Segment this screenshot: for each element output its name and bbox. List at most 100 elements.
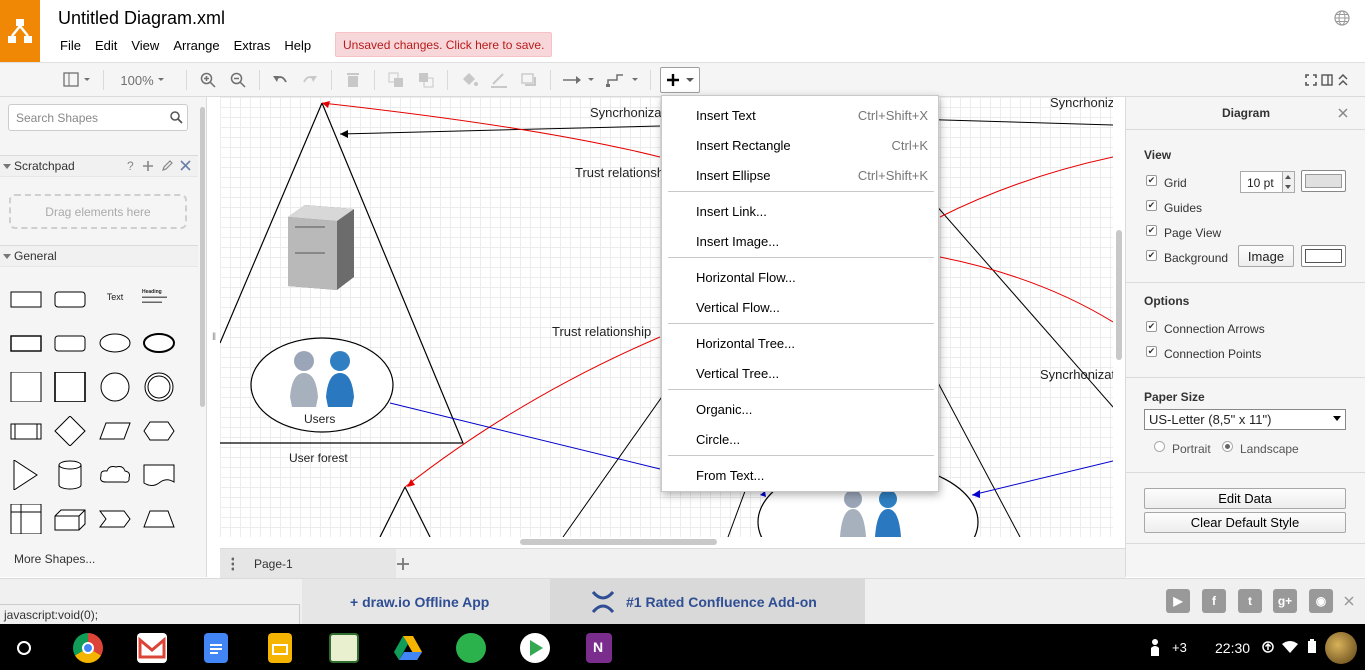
menu-vertical-flow[interactable]: Vertical Flow...	[662, 293, 938, 319]
grid-size-input[interactable]: 10 pt	[1240, 171, 1283, 193]
landscape-radio[interactable]	[1222, 441, 1233, 452]
menu-insert-rectangle[interactable]: Insert Rectangle Ctrl+K	[662, 131, 938, 157]
table-shape[interactable]	[9, 504, 43, 534]
background-image-button[interactable]: Image	[1238, 245, 1294, 267]
connection-arrows-checkbox[interactable]: ✔	[1146, 321, 1157, 332]
circle-shape[interactable]	[98, 372, 132, 402]
double-circle-shape[interactable]	[142, 372, 176, 402]
google-docs-icon[interactable]	[204, 633, 228, 663]
document-title[interactable]: Untitled Diagram.xml	[58, 8, 225, 29]
grid-checkbox[interactable]: ✔	[1146, 175, 1157, 186]
menu-from-text[interactable]: From Text...	[662, 461, 938, 487]
step-shape[interactable]	[98, 504, 132, 534]
rectangle-shape[interactable]	[9, 284, 43, 314]
play-store-icon[interactable]	[520, 633, 550, 663]
chrome-icon[interactable]	[73, 633, 103, 663]
facebook-icon[interactable]: f	[1202, 589, 1226, 613]
add-page-button[interactable]	[390, 549, 416, 578]
to-back-button[interactable]	[414, 69, 438, 91]
users-label[interactable]: Users	[304, 412, 335, 426]
menu-vertical-tree[interactable]: Vertical Tree...	[662, 359, 938, 385]
heading-shape[interactable]: Heading ▬▬▬▬▬ ▬▬▬▬	[142, 290, 176, 320]
portrait-radio[interactable]	[1154, 441, 1165, 452]
menu-horizontal-flow[interactable]: Horizontal Flow...	[662, 263, 938, 289]
menu-circle[interactable]: Circle...	[662, 425, 938, 451]
to-front-button[interactable]	[384, 69, 408, 91]
cloud-shape[interactable]	[98, 460, 132, 490]
menu-edit[interactable]: Edit	[95, 36, 124, 56]
square-shape[interactable]	[9, 372, 43, 402]
menu-extras[interactable]: Extras	[234, 36, 278, 56]
globe-icon[interactable]	[1334, 10, 1350, 26]
person-icon[interactable]	[1150, 638, 1160, 656]
line-color-button[interactable]	[487, 69, 511, 91]
add-icon[interactable]	[142, 160, 154, 172]
edit-icon[interactable]	[161, 160, 173, 172]
github-icon[interactable]: ◉	[1309, 589, 1333, 613]
drawio-logo[interactable]	[0, 0, 40, 62]
user-avatar[interactable]	[1325, 632, 1357, 664]
grid-size-stepper[interactable]	[1283, 171, 1295, 193]
update-icon[interactable]	[1262, 641, 1274, 653]
fullscreen-button[interactable]	[1302, 69, 1320, 91]
parallelogram-shape[interactable]	[98, 416, 132, 446]
format-panel-button[interactable]	[1319, 69, 1335, 91]
trapezoid-shape[interactable]	[142, 504, 176, 534]
guides-checkbox[interactable]: ✔	[1146, 200, 1157, 211]
sidebar-resize-handle[interactable]: ‖	[212, 332, 216, 343]
canvas-vertical-scrollbar[interactable]	[1116, 230, 1122, 360]
cylinder-shape[interactable]	[53, 460, 87, 490]
menu-insert-image[interactable]: Insert Image...	[662, 227, 938, 253]
shadow-button[interactable]	[517, 69, 541, 91]
scratchpad-header[interactable]: Scratchpad ?	[0, 155, 198, 177]
process-shape[interactable]	[9, 328, 43, 358]
help-icon[interactable]: ?	[127, 159, 134, 173]
sidebar-scrollbar[interactable]	[200, 107, 205, 407]
menu-horizontal-tree[interactable]: Horizontal Tree...	[662, 329, 938, 355]
general-header[interactable]: General	[0, 245, 198, 267]
feedly-icon[interactable]	[456, 633, 486, 663]
menu-insert-text[interactable]: Insert Text Ctrl+Shift+X	[662, 101, 938, 127]
menu-view[interactable]: View	[131, 36, 166, 56]
redo-button[interactable]	[298, 69, 322, 91]
document-shape[interactable]	[142, 460, 176, 490]
thick-square-shape[interactable]	[53, 372, 87, 402]
close-icon[interactable]	[1344, 596, 1354, 606]
zoom-dropdown[interactable]: 100%	[112, 69, 176, 91]
wifi-icon[interactable]	[1282, 641, 1298, 653]
search-shapes-input[interactable]: Search Shapes	[8, 104, 188, 131]
google-slides-icon[interactable]	[268, 633, 292, 663]
google-drive-icon[interactable]	[393, 633, 423, 663]
trust-label[interactable]: Trust relationship	[575, 165, 674, 180]
edit-data-button[interactable]: Edit Data	[1144, 488, 1346, 509]
rounded-process-shape[interactable]	[53, 328, 87, 358]
notification-count[interactable]: +3	[1172, 640, 1187, 655]
waypoints-button[interactable]	[604, 69, 642, 91]
onenote-icon[interactable]: N	[586, 633, 612, 663]
page-view-button[interactable]	[58, 69, 94, 91]
fill-color-button[interactable]	[457, 69, 481, 91]
menu-insert-ellipse[interactable]: Insert Ellipse Ctrl+Shift+K	[662, 161, 938, 187]
collapse-toolbar-button[interactable]	[1336, 69, 1350, 91]
menu-help[interactable]: Help	[284, 36, 318, 56]
sheets-app-icon[interactable]	[329, 633, 359, 663]
confluence-addon-link[interactable]: #1 Rated Confluence Add-on	[550, 579, 865, 625]
system-clock[interactable]: 22:30	[1215, 640, 1250, 656]
launcher-icon[interactable]	[16, 640, 32, 656]
close-icon[interactable]	[1338, 108, 1348, 118]
menu-arrange[interactable]: Arrange	[173, 36, 226, 56]
search-icon[interactable]	[170, 111, 183, 124]
zoom-out-button[interactable]	[226, 69, 250, 91]
offline-app-link[interactable]: + draw.io Offline App	[302, 579, 550, 625]
page-view-checkbox[interactable]: ✔	[1146, 225, 1157, 236]
background-color-button[interactable]	[1301, 245, 1346, 267]
ellipse-shape[interactable]	[98, 328, 132, 358]
menu-file[interactable]: File	[60, 36, 88, 56]
close-icon[interactable]	[180, 160, 191, 171]
background-checkbox[interactable]: ✔	[1146, 250, 1157, 261]
more-shapes-button[interactable]: More Shapes...	[14, 552, 95, 566]
page-tab-page-1[interactable]: Page-1	[234, 549, 396, 578]
sync-label[interactable]: Syncrhonization	[1040, 367, 1113, 382]
canvas-horizontal-scrollbar[interactable]	[520, 539, 717, 545]
zoom-in-button[interactable]	[196, 69, 220, 91]
